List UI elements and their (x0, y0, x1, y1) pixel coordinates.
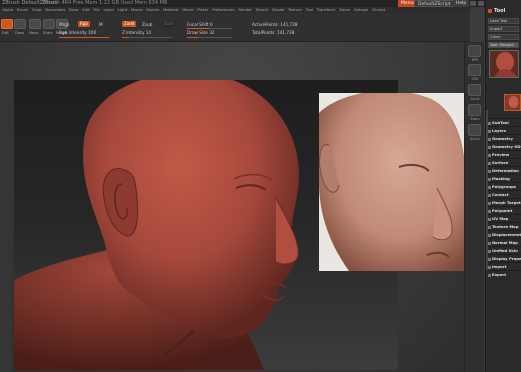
subpalette-import[interactable]: Import (488, 262, 521, 270)
subpalette-geometry[interactable]: Geometry (488, 134, 521, 142)
move-label: Move (29, 31, 39, 35)
zoom-button[interactable] (468, 104, 481, 116)
left-shelf (0, 42, 12, 372)
scroll-label: Scroll (470, 97, 480, 101)
reference-face-photo (319, 93, 465, 271)
tool-palette: Tool Load Tool Import Clone Tool: Merged… (485, 0, 521, 372)
actual-button[interactable] (468, 124, 481, 136)
zoom-label: Zoom (470, 117, 480, 121)
rgb-intensity-track[interactable] (59, 37, 109, 38)
draw-size-slider[interactable]: Draw Size 32 (187, 30, 215, 35)
total-points-readout: TotalPoints: 141,728 (252, 30, 295, 35)
zbrush-window: ZBrush DefaultZBrush ZBrush 4R4 Free Mem… (0, 0, 521, 372)
subpalette-displacement[interactable]: Displacement (488, 230, 521, 238)
scale-button[interactable] (43, 19, 55, 29)
load-tool-button[interactable]: Load Tool (488, 18, 519, 24)
subpalette-layers[interactable]: Layers (488, 126, 521, 134)
rgb-intensity-fill (59, 37, 109, 38)
rgb-intensity-slider[interactable]: Rgb Intensity 100 (59, 30, 96, 35)
right-shelf: BPR SPix Scroll Zoom Actual (464, 42, 484, 372)
rgb-toggle[interactable]: Rgb (78, 21, 90, 27)
subpalette-masking[interactable]: Masking (488, 174, 521, 182)
draw-button[interactable] (14, 19, 26, 29)
z-intensity-track[interactable] (122, 37, 172, 38)
default-script-button[interactable]: DefaultZScript (414, 0, 455, 7)
top-shelf: Edit Draw Move Scale Rotate Mrgb Rgb M R… (0, 13, 470, 42)
subpalette-preview[interactable]: Preview (488, 150, 521, 158)
subpalette-unified-skin[interactable]: Unified Skin (488, 246, 521, 254)
subpalette-geometry-hd[interactable]: Geometry HD (488, 142, 521, 150)
minimize-icon[interactable] (470, 1, 476, 6)
focal-shift-slider[interactable]: Focal Shift 0 (187, 22, 213, 27)
spix-button[interactable] (468, 64, 481, 76)
subpalette-display-properties[interactable]: Display Properties (488, 254, 521, 262)
focal-shift-fill (187, 28, 210, 29)
subtool-thumbnail-image (508, 96, 519, 108)
move-button[interactable] (29, 19, 41, 29)
zcut-toggle[interactable]: Zcut (162, 21, 176, 27)
mrgb-toggle[interactable]: Mrgb (59, 22, 70, 27)
reference-image (319, 93, 465, 271)
tool-name-field[interactable]: Tool: Merged (488, 42, 519, 48)
subpalette-uv-map[interactable]: UV Map (488, 214, 521, 222)
tool-palette-header[interactable]: Tool (488, 8, 521, 15)
import-button[interactable]: Import (488, 26, 519, 32)
subtool-thumbnail[interactable] (504, 94, 521, 111)
actual-label: Actual (470, 137, 480, 141)
subpalette-texture-map[interactable]: Texture Map (488, 222, 521, 230)
title-bar: ZBrush DefaultZBrush ZBrush 4R4 Free Mem… (0, 0, 521, 7)
subpalette-polypaint[interactable]: Polypaint (488, 206, 521, 214)
subpalette-export[interactable]: Export (488, 270, 521, 278)
subpalette-surface[interactable]: Surface (488, 158, 521, 166)
spix-label: SPix (471, 77, 479, 81)
z-intensity-slider[interactable]: Z Intensity 14 (122, 30, 151, 35)
palette-icon (488, 8, 492, 13)
bpr-label: BPR (471, 58, 479, 62)
subpalette-normal-map[interactable]: Normal Map (488, 238, 521, 246)
subpalette-subtool[interactable]: SubTool (488, 118, 521, 126)
draw-size-fill (187, 37, 199, 38)
zadd-toggle[interactable]: Zadd (122, 21, 137, 27)
zsub-toggle[interactable]: Zsub (142, 22, 152, 27)
focal-shift-track[interactable] (187, 28, 232, 29)
tool-header-label: Tool (494, 8, 506, 14)
current-tool-thumbnail[interactable] (489, 50, 519, 78)
subpalette-contact[interactable]: Contact (488, 190, 521, 198)
maximize-icon[interactable] (478, 1, 484, 6)
draw-size-track[interactable] (187, 37, 232, 38)
scroll-button[interactable] (468, 84, 481, 96)
clone-button[interactable]: Clone (488, 34, 519, 40)
help-button[interactable]: Help (453, 0, 470, 7)
m-toggle[interactable]: M (99, 22, 103, 27)
active-points-readout: ActivePoints: 141,728 (252, 22, 298, 27)
subpalette-polygroups[interactable]: Polygroups (488, 182, 521, 190)
bpr-button[interactable] (468, 45, 481, 57)
scale-label: Scale (43, 31, 53, 35)
edit-label: Edit (2, 31, 9, 35)
subpalette-deformation[interactable]: Deformation (488, 166, 521, 174)
z-intensity-fill (122, 37, 129, 38)
draw-label: Draw (15, 31, 25, 35)
memory-info: ZBrush 4R4 Free Mem 1.22 GB Used Mem 634… (42, 0, 168, 6)
edit-button[interactable] (1, 19, 13, 29)
subpalette-morph-target[interactable]: Morph Target (488, 198, 521, 206)
tool-thumbnail-image (494, 52, 518, 77)
